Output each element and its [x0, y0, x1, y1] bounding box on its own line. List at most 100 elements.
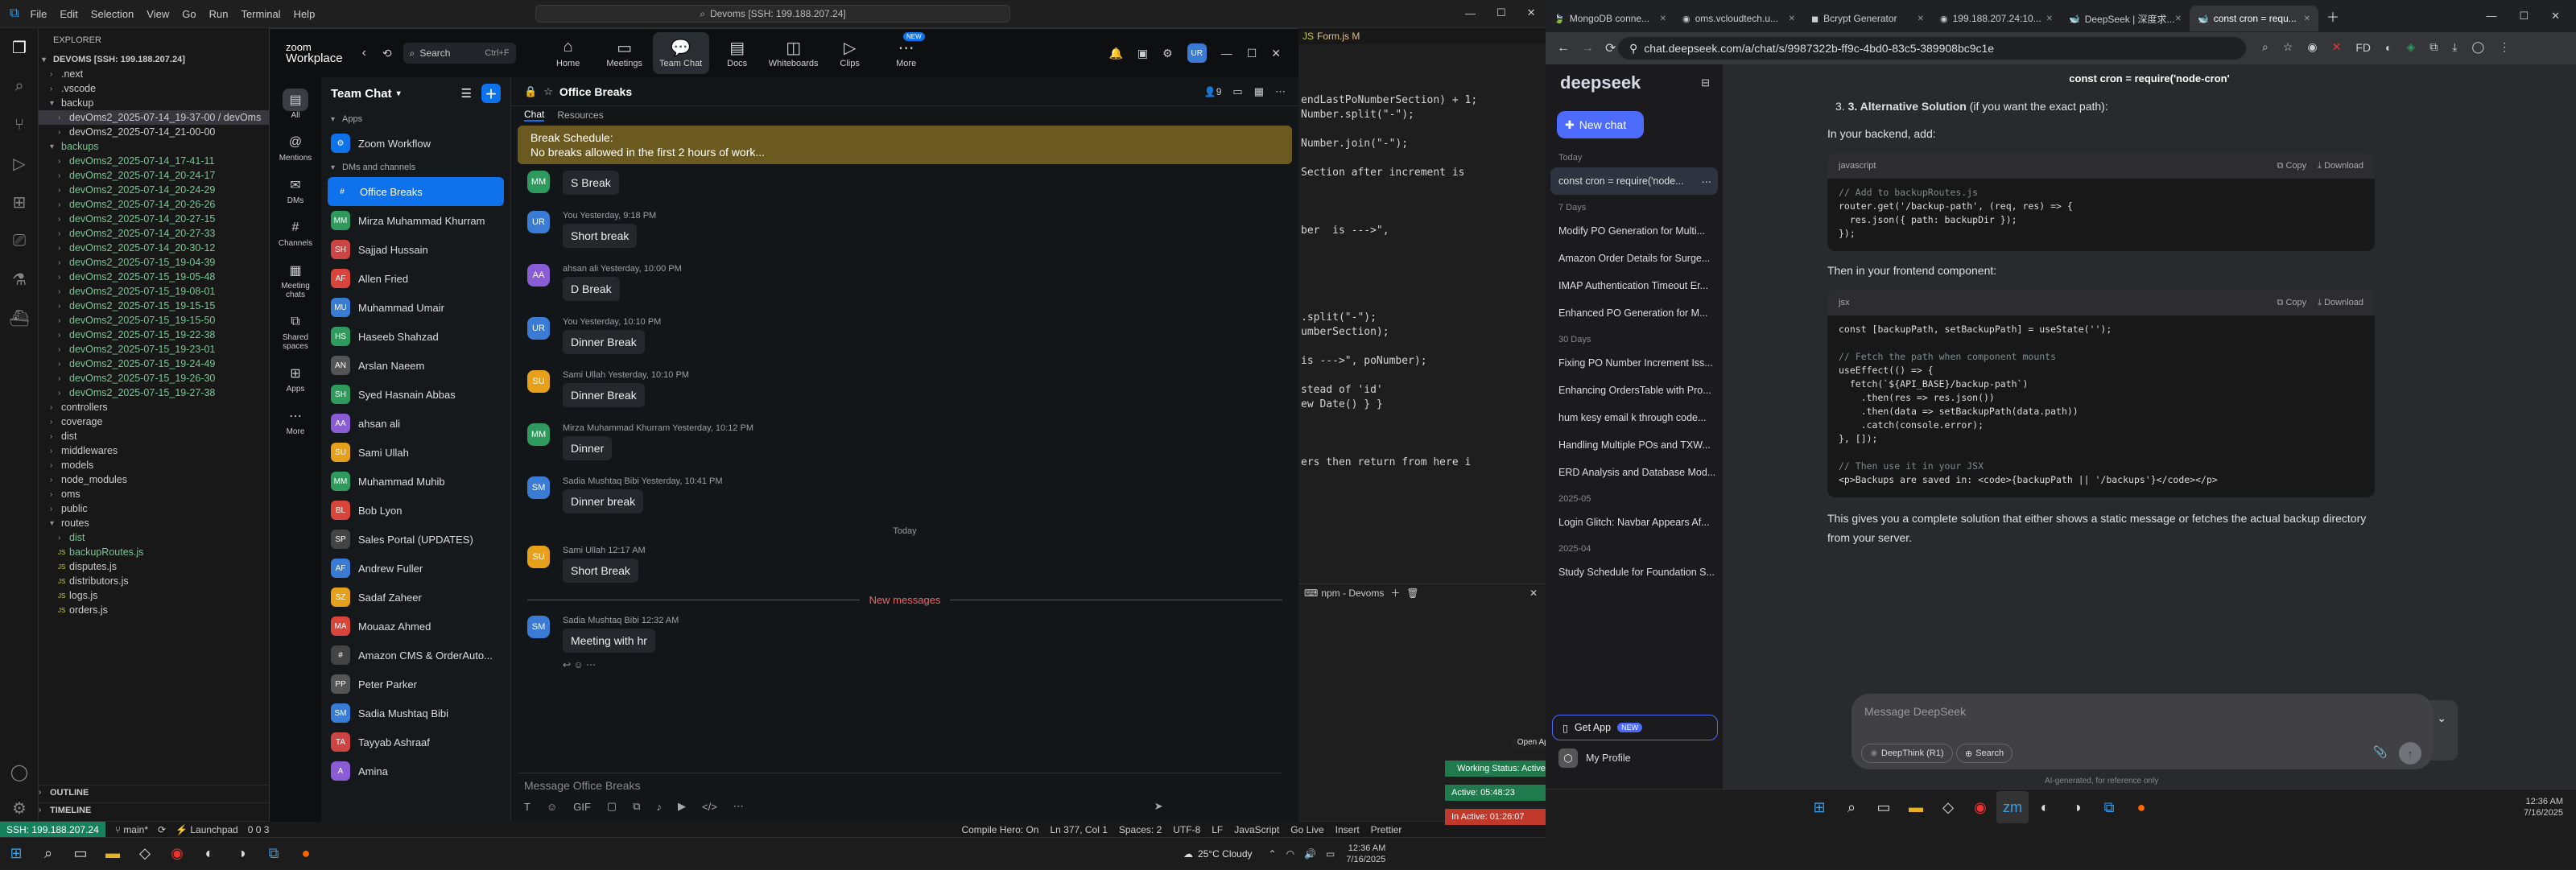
chrome-icon[interactable]: ◉: [161, 838, 193, 870]
maximize-icon[interactable]: ☐: [1496, 6, 1506, 19]
timeline-section[interactable]: › TIMELINE: [39, 802, 271, 817]
prettier[interactable]: Prettier: [1371, 824, 1402, 835]
browser-tab[interactable]: ◉ oms.vcloudtech.u... ✕: [1674, 6, 1803, 31]
postman-icon[interactable]: ●: [290, 838, 322, 870]
channel-item[interactable]: SU Sami Ullah: [321, 438, 510, 467]
message[interactable]: UR You Yesterday, 10:10 PM Dinner Break: [527, 317, 1282, 354]
remote-explorer-icon[interactable]: ⎚: [0, 221, 39, 260]
folder-item[interactable]: › devOms2_2025-07-14_20-27-15: [39, 212, 271, 226]
trash-icon[interactable]: 🗑: [1406, 588, 1418, 599]
extension-icon[interactable]: ◈: [2407, 40, 2416, 54]
bell-icon[interactable]: 🔔: [1108, 47, 1122, 60]
volume-icon[interactable]: 🔊: [1304, 848, 1316, 860]
task-view-icon[interactable]: ▭: [64, 838, 97, 870]
file-item[interactable]: JS logs.js: [39, 588, 271, 603]
filter-icon[interactable]: ☰: [461, 86, 472, 101]
channel-item[interactable]: SP Sales Portal (UPDATES): [321, 525, 510, 554]
history-item[interactable]: IMAP Authentication Timeout Er...: [1546, 272, 1723, 299]
battery-icon[interactable]: ▭: [1326, 848, 1335, 860]
zoom-icon[interactable]: zm: [1996, 791, 2029, 823]
forward-icon[interactable]: →: [1581, 41, 1594, 56]
minimize-icon[interactable]: —: [1465, 7, 1476, 19]
account-icon[interactable]: ◯: [0, 752, 39, 791]
address-bar[interactable]: ⚲ chat.deepseek.com/a/chat/s/9987322b-ff…: [1618, 37, 2246, 60]
member-count[interactable]: 👤9: [1204, 86, 1222, 97]
attach-icon[interactable]: 📎: [2373, 745, 2387, 759]
menu-item[interactable]: Run: [209, 8, 229, 20]
folder-item[interactable]: › .vscode: [39, 81, 271, 96]
folder-item[interactable]: › devOms2_2025-07-14_20-24-29: [39, 183, 271, 197]
avatar[interactable]: UR: [1187, 43, 1207, 63]
deepthink-button[interactable]: ⚛ DeepThink (R1): [1861, 744, 1953, 763]
format-icon[interactable]: T: [524, 801, 530, 813]
channel-item[interactable]: # Office Breaks: [328, 177, 504, 206]
compose-input[interactable]: Message Office Breaks: [524, 779, 640, 792]
get-app-button[interactable]: ▯ Get App NEW: [1552, 715, 1718, 740]
nav-clips[interactable]: ▷ Clips: [822, 32, 878, 74]
folder-item[interactable]: › devOms2_2025-07-15_19-27-38: [39, 386, 271, 400]
pinned-message[interactable]: Break Schedule: No breaks allowed in the…: [518, 126, 1292, 164]
chevron-up-icon[interactable]: ⌃: [1269, 848, 1277, 860]
eol[interactable]: LF: [1212, 824, 1223, 835]
channel-item[interactable]: SM Sadia Mushtaq Bibi: [321, 699, 510, 728]
history-item[interactable]: Fixing PO Number Increment Iss...: [1546, 349, 1723, 377]
more-icon[interactable]: ⋯: [1702, 175, 1712, 188]
remote-indicator[interactable]: SSH: 199.188.207.24: [0, 821, 105, 838]
language-mode[interactable]: JavaScript: [1234, 824, 1279, 835]
folder-item[interactable]: ▾ backup: [39, 96, 271, 110]
file-icon[interactable]: ▢: [607, 800, 617, 813]
vscode-icon[interactable]: ⧉: [2093, 791, 2125, 823]
browser-tab[interactable]: ◉ 199.188.207.24:10... ✕: [1932, 6, 2061, 31]
search-icon[interactable]: ⌕: [1835, 791, 1868, 823]
browser-tab[interactable]: 🐋 DeepSeek | 深度求... ✕: [2061, 6, 2190, 31]
puzzle-icon[interactable]: ⧉: [2429, 40, 2438, 54]
nav-docs[interactable]: ▤ Docs: [709, 32, 766, 74]
folder-item[interactable]: › devOms2_2025-07-15_19-08-01: [39, 284, 271, 299]
history-item[interactable]: Handling Multiple POs and TXW...: [1546, 431, 1723, 459]
tab-chat[interactable]: Chat: [524, 109, 545, 122]
channel-item[interactable]: SH Syed Hasnain Abbas: [321, 380, 510, 409]
copy-button[interactable]: ⧉ Copy: [2277, 161, 2307, 171]
screenshot-icon[interactable]: ⧉: [633, 800, 640, 813]
folder-item[interactable]: › devOms2_2025-07-14_19-37-00 / devOms: [39, 110, 271, 125]
close-panel-icon[interactable]: ✕: [1530, 588, 1538, 599]
folder-item[interactable]: ▾ routes: [39, 516, 271, 530]
folder-item[interactable]: › devOms2_2025-07-14_20-24-17: [39, 168, 271, 183]
file-item[interactable]: JS orders.js: [39, 603, 271, 617]
menu-item[interactable]: Edit: [60, 8, 77, 20]
menu-item[interactable]: Selection: [91, 8, 134, 20]
source-control-icon[interactable]: ⑂: [0, 105, 39, 144]
folder-item[interactable]: › controllers: [39, 400, 271, 414]
history-item[interactable]: hum kesy email k through code...: [1546, 404, 1723, 431]
folder-item[interactable]: › middlewares: [39, 443, 271, 458]
browser-tab[interactable]: 🍃 MongoDB conne... ✕: [1546, 6, 1674, 31]
folder-item[interactable]: › devOms2_2025-07-15_19-26-30: [39, 371, 271, 386]
app-icon[interactable]: ◑: [2061, 791, 2093, 823]
message-actions[interactable]: ↩ ☺ ⋯: [563, 659, 1282, 670]
history-item[interactable]: ERD Analysis and Database Mod...: [1546, 459, 1723, 486]
channel-item[interactable]: AF Allen Fried: [321, 264, 510, 293]
extension-icon[interactable]: ✕: [2332, 40, 2342, 54]
launchpad-button[interactable]: ⚡ Launchpad: [175, 824, 238, 835]
folder-item[interactable]: › devOms2_2025-07-14_21-00-00: [39, 125, 271, 139]
rail-apps[interactable]: ⊞ Apps: [270, 362, 321, 394]
back-icon[interactable]: ‹: [362, 46, 366, 60]
history-item[interactable]: Modify PO Generation for Multi...: [1546, 217, 1723, 245]
outline-section[interactable]: › OUTLINE: [39, 785, 271, 799]
channel-item[interactable]: MM Muhammad Muhib: [321, 467, 510, 496]
nav-whiteboards[interactable]: ◫ Whiteboards: [766, 32, 822, 74]
postman-icon[interactable]: ●: [2125, 791, 2157, 823]
menu-item[interactable]: View: [147, 8, 169, 20]
app-icon[interactable]: ◑: [225, 838, 258, 870]
extension-icon[interactable]: ◐: [2385, 41, 2392, 54]
message[interactable]: SM Sadia Mushtaq Bibi Yesterday, 10:41 PM…: [527, 476, 1282, 513]
chevron-down-icon[interactable]: ⌄: [2437, 708, 2446, 728]
nav-more[interactable]: ⋯ More NEW: [878, 32, 935, 74]
gif-icon[interactable]: GIF: [573, 801, 591, 813]
history-item[interactable]: Login Glitch: Navbar Appears Af...: [1546, 509, 1723, 536]
clock[interactable]: 12:36 AM 7/16/2025: [2524, 796, 2563, 818]
file-item[interactable]: JS distributors.js: [39, 574, 271, 588]
folder-item[interactable]: › devOms2_2025-07-15_19-24-49: [39, 357, 271, 371]
compile-hero[interactable]: Compile Hero: On: [961, 824, 1038, 835]
extensions-icon[interactable]: ⊞: [0, 183, 39, 221]
